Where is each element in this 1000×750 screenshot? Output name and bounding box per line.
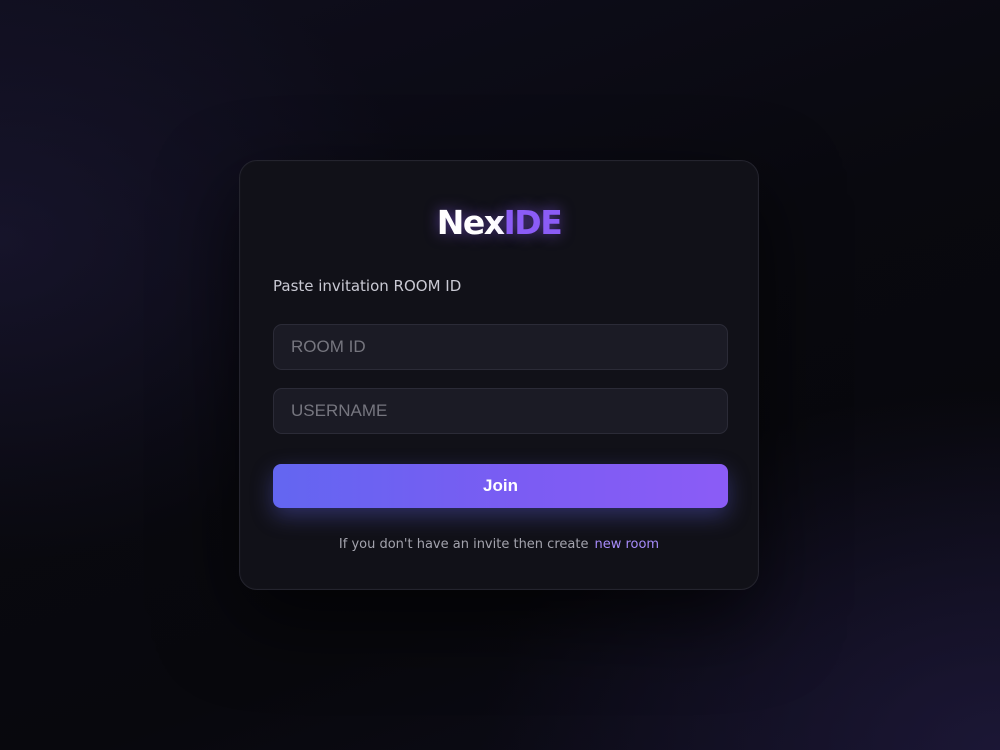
new-room-link[interactable]: new room [594, 537, 659, 552]
room-id-label: Paste invitation ROOM ID [273, 277, 462, 295]
join-button[interactable]: Join [273, 464, 728, 508]
logo-text-nex: Nex [436, 203, 505, 242]
join-room-card: NexIDE Paste invitation ROOM ID Join If … [239, 160, 759, 590]
logo-text-ide: IDE [503, 203, 563, 242]
username-input[interactable] [273, 388, 728, 434]
create-room-text: If you don't have an invite then create [338, 537, 589, 552]
room-id-input[interactable] [273, 324, 728, 370]
app-logo: NexIDE [240, 201, 758, 245]
create-room-prompt: If you don't have an invite then create n… [240, 537, 758, 552]
